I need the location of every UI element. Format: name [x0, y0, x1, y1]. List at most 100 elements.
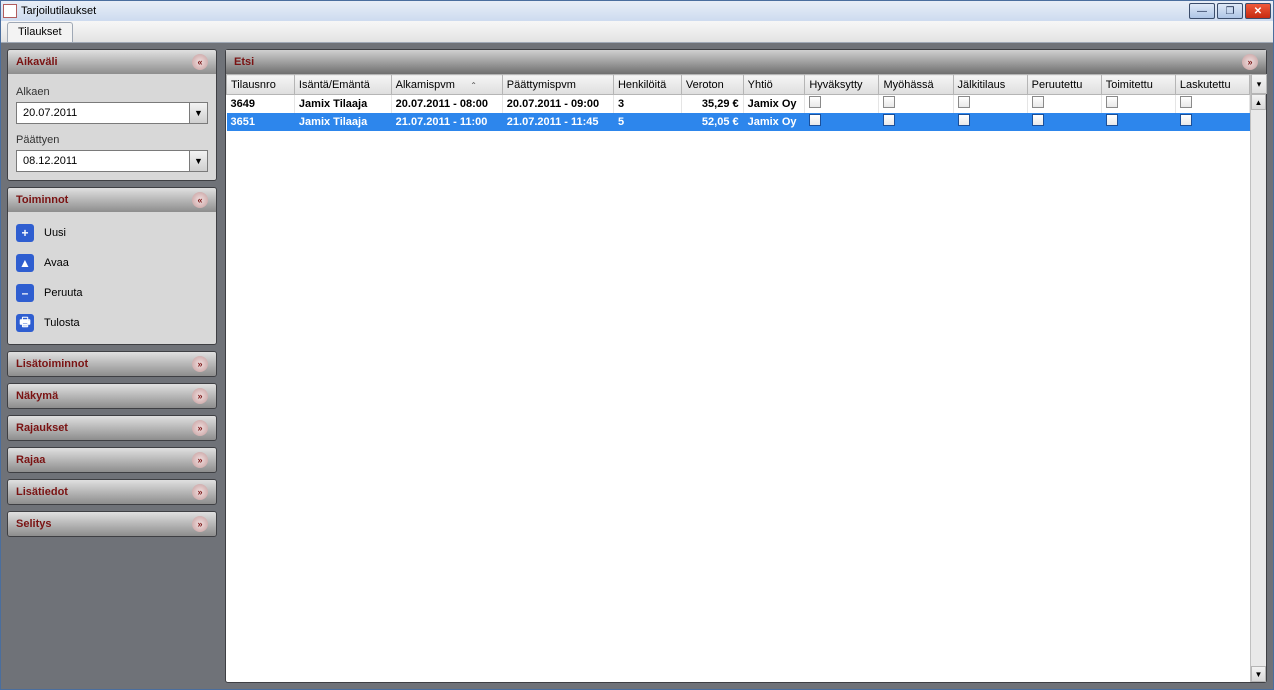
panel-head-toiminnot[interactable]: Toiminnot « — [8, 188, 216, 212]
cell-loppu: 21.07.2011 - 11:45 — [502, 113, 613, 131]
panel-title: Rajaukset — [16, 422, 68, 434]
search-title: Etsi — [234, 56, 254, 68]
panel-title: Rajaa — [16, 454, 45, 466]
panel-head-rajaa[interactable]: Rajaa » — [8, 448, 216, 472]
to-date-field: ▼ — [16, 150, 208, 172]
tab-tilaukset[interactable]: Tilaukset — [7, 22, 73, 42]
panel-head-nakyma[interactable]: Näkymä » — [8, 384, 216, 408]
col-veroton[interactable]: Veroton — [681, 75, 743, 95]
col-laskutettu[interactable]: Laskutettu — [1175, 75, 1249, 95]
from-label: Alkaen — [16, 86, 208, 98]
col-myohassa[interactable]: Myöhässä — [879, 75, 953, 95]
panel-body-toiminnot: + Uusi ▲ Avaa – Peruuta 🖶 Tulosta — [8, 212, 216, 344]
col-tilausnro[interactable]: Tilausnro — [227, 75, 295, 95]
sidebar: Aikaväli « Alkaen ▼ Päättyen ▼ — [7, 49, 217, 683]
col-hyvaksytty[interactable]: Hyväksytty — [805, 75, 879, 95]
cell-laskutettu — [1175, 113, 1249, 131]
panel-lisatoiminnot: Lisätoiminnot » — [7, 351, 217, 377]
panel-head-lisatoiminnot[interactable]: Lisätoiminnot » — [8, 352, 216, 376]
col-yhtio[interactable]: Yhtiö — [743, 75, 805, 95]
maximize-button[interactable]: ❐ — [1217, 3, 1243, 19]
open-icon: ▲ — [16, 254, 34, 272]
checkbox-icon[interactable] — [883, 114, 895, 126]
col-paattymispvm[interactable]: Päättymispvm — [502, 75, 613, 95]
main-head[interactable]: Etsi » — [226, 50, 1266, 74]
panel-head-rajaukset[interactable]: Rajaukset » — [8, 416, 216, 440]
cell-henkiloita: 5 — [613, 113, 681, 131]
column-picker-button[interactable]: ▾ — [1251, 74, 1267, 94]
panel-title: Lisätiedot — [16, 486, 68, 498]
col-henkiloita[interactable]: Henkilöitä — [613, 75, 681, 95]
checkbox-icon[interactable] — [1180, 114, 1192, 126]
action-label: Peruuta — [44, 287, 83, 299]
print-icon: 🖶 — [16, 314, 34, 332]
to-date-dropdown[interactable]: ▼ — [190, 150, 208, 172]
panel-body-aikavali: Alkaen ▼ Päättyen ▼ — [8, 74, 216, 180]
action-tulosta[interactable]: 🖶 Tulosta — [12, 308, 212, 338]
checkbox-icon[interactable] — [958, 96, 970, 108]
panel-nakyma: Näkymä » — [7, 383, 217, 409]
chevron-down-icon: » — [192, 356, 208, 372]
to-label: Päättyen — [16, 134, 208, 146]
from-date-dropdown[interactable]: ▼ — [190, 102, 208, 124]
orders-grid: Tilausnro Isäntä/Emäntä Alkamispvm ⌃ Pää… — [226, 74, 1250, 682]
orders-table: Tilausnro Isäntä/Emäntä Alkamispvm ⌃ Pää… — [226, 74, 1250, 131]
from-date-input[interactable] — [16, 102, 190, 124]
col-toimitettu[interactable]: Toimitettu — [1101, 75, 1175, 95]
checkbox-icon[interactable] — [1032, 114, 1044, 126]
checkbox-icon[interactable] — [958, 114, 970, 126]
checkbox-icon[interactable] — [1106, 96, 1118, 108]
scroll-track[interactable] — [1251, 110, 1266, 666]
checkbox-icon[interactable] — [1106, 114, 1118, 126]
window-buttons: — ❐ ✕ — [1189, 3, 1271, 19]
table-row-selected[interactable]: 3651 Jamix Tilaaja 21.07.2011 - 11:00 21… — [227, 113, 1250, 131]
cell-toimitettu — [1101, 95, 1175, 113]
cell-yhtio: Jamix Oy — [743, 95, 805, 113]
scroll-down-arrow[interactable]: ▼ — [1251, 666, 1266, 682]
app-icon — [3, 4, 17, 18]
cell-myohassa — [879, 95, 953, 113]
cell-jalkitilaus — [953, 113, 1027, 131]
panel-title: Toiminnot — [16, 194, 68, 206]
cell-peruutettu — [1027, 95, 1101, 113]
checkbox-icon[interactable] — [1032, 96, 1044, 108]
action-peruuta[interactable]: – Peruuta — [12, 278, 212, 308]
checkbox-icon[interactable] — [1180, 96, 1192, 108]
minimize-button[interactable]: — — [1189, 3, 1215, 19]
cell-isanta: Jamix Tilaaja — [294, 113, 391, 131]
body: Aikaväli « Alkaen ▼ Päättyen ▼ — [1, 43, 1273, 689]
cell-yhtio: Jamix Oy — [743, 113, 805, 131]
checkbox-icon[interactable] — [883, 96, 895, 108]
grid-wrap: Tilausnro Isäntä/Emäntä Alkamispvm ⌃ Pää… — [226, 74, 1266, 682]
panel-title: Selitys — [16, 518, 51, 530]
panel-toiminnot: Toiminnot « + Uusi ▲ Avaa – Peruut — [7, 187, 217, 345]
vertical-scrollbar[interactable]: ▾ ▲ ▼ — [1250, 74, 1266, 682]
col-alkamispvm[interactable]: Alkamispvm ⌃ — [391, 75, 502, 95]
panel-title: Aikaväli — [16, 56, 58, 68]
chevron-down-icon: » — [1242, 54, 1258, 70]
chevron-down-icon: » — [192, 388, 208, 404]
cell-loppu: 20.07.2011 - 09:00 — [502, 95, 613, 113]
plus-icon: + — [16, 224, 34, 242]
chevron-down-icon: » — [192, 420, 208, 436]
panel-head-aikavali[interactable]: Aikaväli « — [8, 50, 216, 74]
to-date-input[interactable] — [16, 150, 190, 172]
action-uusi[interactable]: + Uusi — [12, 218, 212, 248]
chevron-down-icon: » — [192, 452, 208, 468]
cell-henkiloita: 3 — [613, 95, 681, 113]
panel-head-selitys[interactable]: Selitys » — [8, 512, 216, 536]
panel-lisatiedot: Lisätiedot » — [7, 479, 217, 505]
col-jalkitilaus[interactable]: Jälkitilaus — [953, 75, 1027, 95]
panel-head-lisatiedot[interactable]: Lisätiedot » — [8, 480, 216, 504]
action-avaa[interactable]: ▲ Avaa — [12, 248, 212, 278]
col-isanta[interactable]: Isäntä/Emäntä — [294, 75, 391, 95]
col-peruutettu[interactable]: Peruutettu — [1027, 75, 1101, 95]
chevron-down-icon: » — [192, 516, 208, 532]
main-panel: Etsi » Tilausnro — [225, 49, 1267, 683]
checkbox-icon[interactable] — [809, 114, 821, 126]
scroll-up-arrow[interactable]: ▲ — [1251, 94, 1266, 110]
checkbox-icon[interactable] — [809, 96, 821, 108]
panel-title: Näkymä — [16, 390, 58, 402]
close-button[interactable]: ✕ — [1245, 3, 1271, 19]
table-row[interactable]: 3649 Jamix Tilaaja 20.07.2011 - 08:00 20… — [227, 95, 1250, 113]
